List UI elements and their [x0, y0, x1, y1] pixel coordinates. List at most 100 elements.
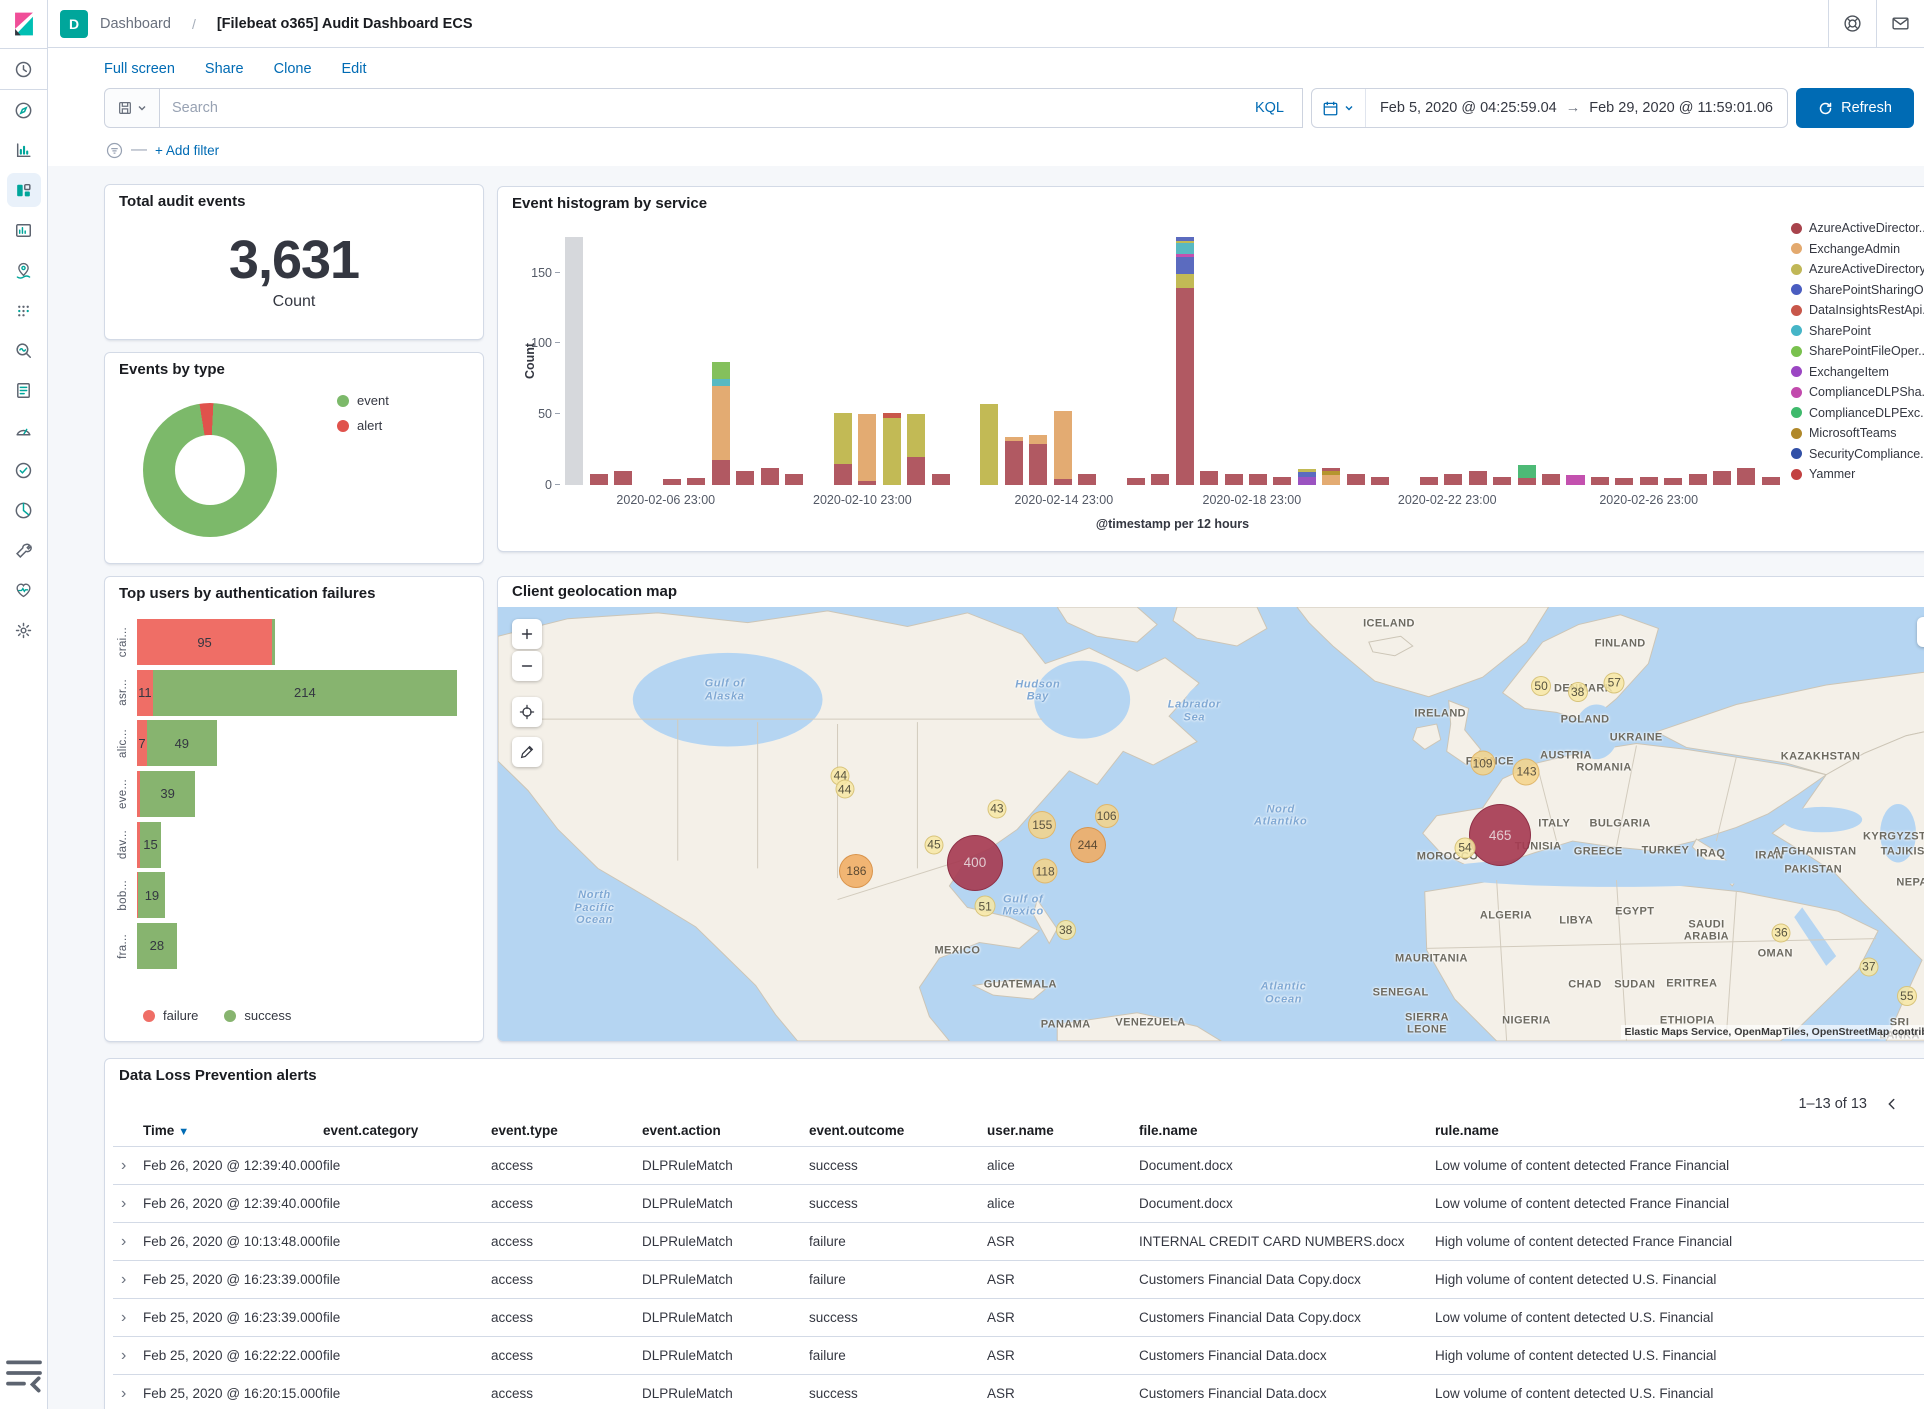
histogram-bar[interactable] — [1322, 223, 1340, 485]
column-header[interactable]: file.name — [1139, 1123, 1435, 1138]
geo-cluster-bubble[interactable]: 54 — [1455, 837, 1476, 858]
sidebar-item-dev-tools[interactable] — [7, 533, 41, 567]
sidebar-item-management[interactable] — [7, 613, 41, 647]
sidebar-item-visualize[interactable] — [7, 133, 41, 167]
success-bar[interactable]: 49 — [147, 720, 217, 766]
sidebar-item-canvas[interactable] — [7, 213, 41, 247]
expand-row-icon[interactable]: › — [113, 1348, 143, 1364]
legend-item[interactable]: DataInsightsRestApi... — [1791, 303, 1924, 317]
expand-row-icon[interactable]: › — [113, 1310, 143, 1326]
table-row[interactable]: ›Feb 25, 2020 @ 16:23:39.000fileaccessDL… — [113, 1261, 1924, 1299]
column-header[interactable]: user.name — [987, 1123, 1139, 1138]
histogram-bar[interactable] — [883, 223, 901, 485]
histogram-bar[interactable] — [1615, 223, 1633, 485]
geo-cluster-bubble[interactable]: 38 — [1056, 920, 1076, 940]
expand-row-icon[interactable]: › — [113, 1386, 143, 1402]
geo-cluster-bubble[interactable]: 43 — [987, 799, 1006, 818]
histogram-bar[interactable] — [1078, 223, 1096, 485]
kibana-logo[interactable] — [0, 0, 48, 48]
histogram-bar[interactable] — [932, 223, 950, 485]
histogram-bar[interactable] — [1591, 223, 1609, 485]
histogram-bar[interactable] — [1371, 223, 1389, 485]
geo-cluster-bubble[interactable]: 244 — [1070, 827, 1106, 863]
histogram-bar[interactable] — [1518, 223, 1536, 485]
geo-cluster-bubble[interactable]: 37 — [1859, 957, 1878, 976]
filter-icon[interactable] — [106, 142, 123, 159]
legend-item[interactable]: ExchangeItem — [1791, 365, 1924, 379]
geo-cluster-bubble[interactable]: 109 — [1470, 751, 1495, 776]
legend-item[interactable]: MicrosoftTeams — [1791, 426, 1924, 440]
success-bar[interactable]: 214 — [153, 670, 457, 716]
histogram-bar[interactable] — [590, 223, 608, 485]
column-header[interactable]: rule.name — [1435, 1123, 1924, 1138]
histogram-bar[interactable] — [858, 223, 876, 485]
map-zoom-out-button[interactable] — [512, 651, 542, 681]
histogram-bar[interactable] — [1493, 223, 1511, 485]
legend-item[interactable]: event — [337, 393, 389, 408]
histogram-bar[interactable] — [907, 223, 925, 485]
legend-item[interactable]: SecurityCompliance... — [1791, 447, 1924, 461]
histogram-bar[interactable] — [712, 223, 730, 485]
table-row[interactable]: ›Feb 26, 2020 @ 12:39:40.000fileaccessDL… — [113, 1147, 1924, 1185]
map-fit-data-button[interactable] — [512, 697, 542, 727]
legend-item[interactable]: Yammer — [1791, 467, 1924, 481]
map-draw-tool-button[interactable] — [512, 737, 542, 767]
legend-item[interactable]: AzureActiveDirector... — [1791, 221, 1924, 235]
histogram-bar[interactable] — [1127, 223, 1145, 485]
histogram-bar[interactable] — [1420, 223, 1438, 485]
success-bar[interactable]: 39 — [140, 771, 195, 817]
map-zoom-in-button[interactable] — [512, 619, 542, 649]
histogram-bar[interactable] — [1542, 223, 1560, 485]
histogram-bar[interactable] — [1347, 223, 1365, 485]
histogram-bar[interactable] — [1200, 223, 1218, 485]
legend-item[interactable]: ComplianceDLPSha... — [1791, 385, 1924, 399]
toolbar-link-share[interactable]: Share — [205, 61, 244, 77]
expand-row-icon[interactable]: › — [113, 1272, 143, 1288]
histogram-bar[interactable] — [834, 223, 852, 485]
histogram-bar[interactable] — [663, 223, 681, 485]
histogram-bars[interactable] — [562, 223, 1783, 485]
geo-cluster-bubble[interactable]: 465 — [1469, 804, 1531, 866]
histogram-bar[interactable] — [1005, 223, 1023, 485]
refresh-button[interactable]: Refresh — [1796, 88, 1914, 128]
success-bar[interactable]: 19 — [138, 872, 165, 918]
table-row[interactable]: ›Feb 25, 2020 @ 16:23:39.000fileaccessDL… — [113, 1299, 1924, 1337]
expand-row-icon[interactable]: › — [113, 1196, 143, 1212]
histogram-bar[interactable] — [1151, 223, 1169, 485]
histogram-bar[interactable] — [1664, 223, 1682, 485]
histogram-bar[interactable] — [1689, 223, 1707, 485]
sidebar-item-siem[interactable] — [7, 493, 41, 527]
geo-cluster-bubble[interactable]: 106 — [1095, 804, 1119, 828]
geo-cluster-bubble[interactable]: 118 — [1033, 859, 1058, 884]
legend-item[interactable]: SharePointFileOper... — [1791, 344, 1924, 358]
events-donut-chart[interactable] — [143, 403, 277, 537]
histogram-bar[interactable] — [1737, 223, 1755, 485]
legend-item[interactable]: SharePoint — [1791, 324, 1924, 338]
histogram-bar[interactable] — [1273, 223, 1291, 485]
expand-row-icon[interactable]: › — [113, 1234, 143, 1250]
kql-toggle[interactable]: KQL — [1241, 100, 1290, 116]
pagination-prev-button[interactable] — [1877, 1089, 1907, 1119]
column-header[interactable]: Time▼ — [143, 1123, 323, 1138]
histogram-bar[interactable] — [1298, 223, 1316, 485]
search-input[interactable] — [172, 100, 1241, 116]
geo-cluster-bubble[interactable]: 45 — [924, 835, 943, 854]
column-header[interactable]: event.category — [323, 1123, 491, 1138]
legend-item[interactable]: ExchangeAdmin — [1791, 242, 1924, 256]
histogram-bar[interactable] — [1713, 223, 1731, 485]
sidebar-item-discover[interactable] — [7, 93, 41, 127]
newsfeed-button[interactable] — [1876, 0, 1924, 47]
histogram-bar[interactable] — [761, 223, 779, 485]
histogram-bar[interactable] — [785, 223, 803, 485]
toolbar-link-clone[interactable]: Clone — [274, 61, 312, 77]
table-row[interactable]: ›Feb 25, 2020 @ 16:20:15.000fileaccessDL… — [113, 1375, 1924, 1409]
histogram-bar[interactable] — [1640, 223, 1658, 485]
breadcrumb[interactable]: Dashboard — [100, 16, 171, 32]
success-bar[interactable]: 28 — [137, 923, 177, 969]
add-filter-button[interactable]: + Add filter — [155, 143, 219, 158]
table-row[interactable]: ›Feb 26, 2020 @ 12:39:40.000fileaccessDL… — [113, 1185, 1924, 1223]
histogram-bar[interactable] — [614, 223, 632, 485]
geo-cluster-bubble[interactable]: 44 — [835, 780, 854, 799]
histogram-bar[interactable] — [687, 223, 705, 485]
geo-cluster-bubble[interactable]: 38 — [1568, 682, 1588, 702]
